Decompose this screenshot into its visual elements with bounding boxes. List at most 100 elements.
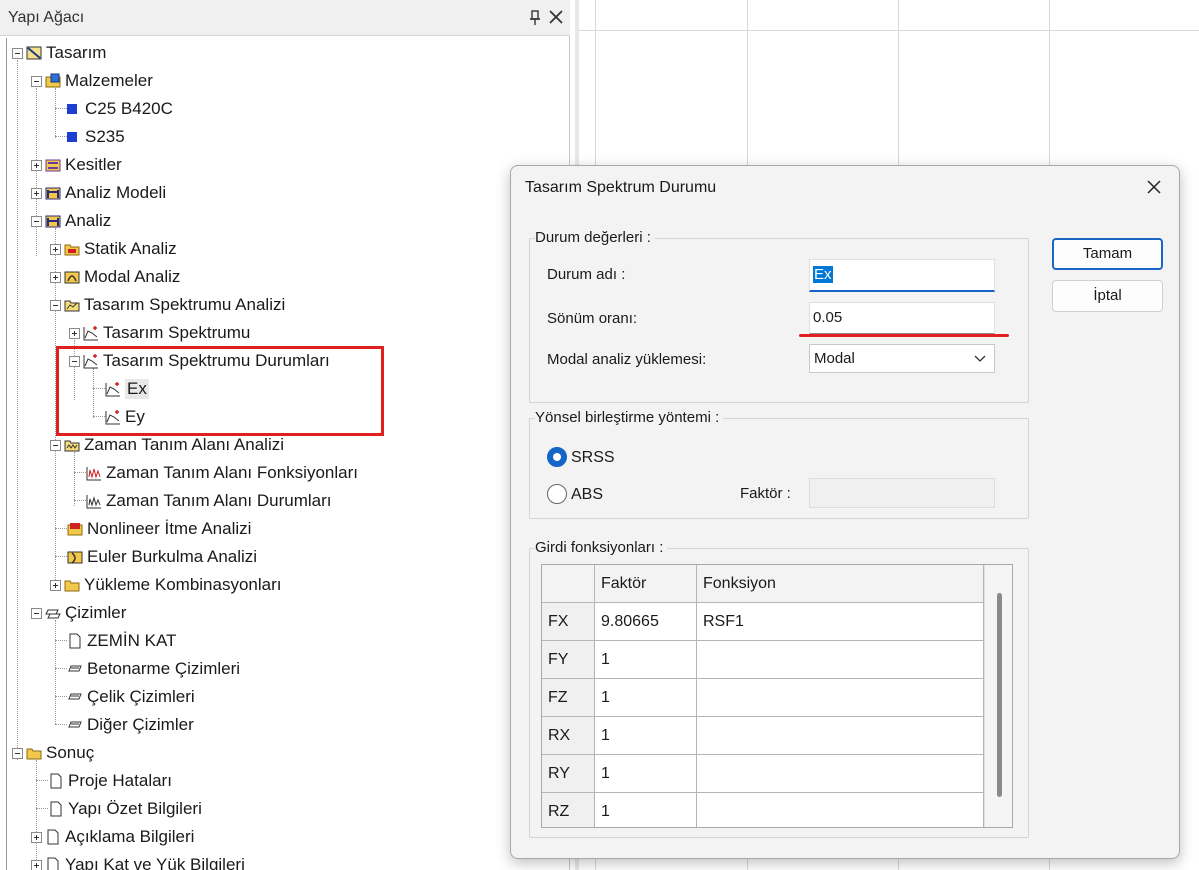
pushover-icon <box>67 523 83 536</box>
case-name-input[interactable]: Ex <box>809 259 995 292</box>
factor-label: Faktör : <box>740 485 791 502</box>
tree-node-diger-cizimler[interactable]: Diğer Çizimler <box>67 712 194 738</box>
tree-node-tasarim[interactable]: Tasarım <box>12 40 106 66</box>
cell-function-fx[interactable]: RSF1 <box>697 603 984 641</box>
expand-icon[interactable] <box>31 859 42 870</box>
tree-node-analiz-modeli[interactable]: Analiz Modeli <box>31 180 166 206</box>
column-header-label: Fonksiyon <box>703 574 776 592</box>
tree-node-label: Malzemeler <box>65 71 153 90</box>
damping-ratio-label: Sönüm oranı: <box>547 310 638 327</box>
cell-factor-fx[interactable]: 9.80665 <box>595 603 697 641</box>
tree-node-kesitler[interactable]: Kesitler <box>31 152 122 178</box>
expand-icon[interactable] <box>31 159 42 171</box>
expand-icon[interactable] <box>69 327 80 339</box>
spectrum-chart-icon <box>83 326 98 341</box>
collapse-icon[interactable] <box>12 47 23 59</box>
input-functions-table[interactable]: Faktör Fonksiyon FX 9.80665 RSF1 FY 1 FZ… <box>541 564 1013 828</box>
tree-node-tasarim-spektrumu[interactable]: Tasarım Spektrumu <box>69 320 250 346</box>
collapse-icon[interactable] <box>31 75 42 87</box>
close-icon[interactable] <box>1145 178 1163 196</box>
tree-node-modal-analiz[interactable]: Modal Analiz <box>50 264 180 290</box>
time-case-icon <box>86 495 101 509</box>
row-header-ry: RY <box>542 755 595 793</box>
expand-icon[interactable] <box>50 271 61 283</box>
tree-node-label: Zaman Tanım Alanı Analizi <box>84 435 285 454</box>
tree-node-sonuc[interactable]: Sonuç <box>12 740 94 766</box>
close-icon[interactable] <box>548 9 564 25</box>
collapse-icon[interactable] <box>31 607 42 619</box>
tree-node-nonlineer-itme-analizi[interactable]: Nonlineer İtme Analizi <box>67 516 251 542</box>
cell-factor-rz[interactable]: 1 <box>595 793 697 827</box>
cell-function-fy[interactable] <box>697 641 984 679</box>
cell-factor-ry[interactable]: 1 <box>595 755 697 793</box>
expand-icon[interactable] <box>50 579 61 591</box>
abs-radio[interactable] <box>547 484 567 504</box>
tree-node-yapi-ozet-bilgileri[interactable]: Yapı Özet Bilgileri <box>48 796 202 822</box>
tree-node-cizimler[interactable]: Çizimler <box>31 600 126 626</box>
design-spectrum-case-dialog: Tasarım Spektrum Durumu Durum değerleri … <box>510 165 1180 859</box>
srss-radio[interactable] <box>547 447 567 467</box>
column-header-factor[interactable]: Faktör <box>595 565 697 603</box>
tree-node-zemin-kat[interactable]: ZEMİN KAT <box>67 628 176 654</box>
material-square-icon <box>67 104 77 114</box>
srss-label: SRSS <box>571 449 615 466</box>
cancel-button[interactable]: İptal <box>1052 280 1163 312</box>
folder-open-icon <box>64 300 80 312</box>
column-header-function[interactable]: Fonksiyon <box>697 565 984 603</box>
tree-node-statik-analiz[interactable]: Statik Analiz <box>50 236 177 262</box>
tree-node-label: Sonuç <box>46 743 95 762</box>
damping-ratio-input[interactable]: 0.05 <box>809 302 995 335</box>
tree-node-label: ZEMİN KAT <box>87 631 177 650</box>
highlight-annotation <box>56 346 384 436</box>
pin-icon[interactable] <box>528 10 542 26</box>
expand-icon[interactable] <box>50 243 61 255</box>
page-icon <box>47 829 59 845</box>
tree-node-aciklama-bilgileri[interactable]: Açıklama Bilgileri <box>31 824 194 850</box>
analysis-icon <box>45 215 61 228</box>
collapse-icon[interactable] <box>50 439 61 451</box>
cell-factor-fz[interactable]: 1 <box>595 679 697 717</box>
tree-node-s235[interactable]: S235 <box>67 124 125 150</box>
cell-function-rx[interactable] <box>697 717 984 755</box>
folder-icon <box>64 580 80 592</box>
cell-factor-rx[interactable]: 1 <box>595 717 697 755</box>
tree-node-celik-cizimleri[interactable]: Çelik Çizimleri <box>67 684 195 710</box>
tree-node-betonarme-cizimleri[interactable]: Betonarme Çizimleri <box>67 656 240 682</box>
dialog-title: Tasarım Spektrum Durumu <box>525 179 717 196</box>
row-header-rx: RX <box>542 717 595 755</box>
tree-node-c25-b420c[interactable]: C25 B420C <box>67 96 173 122</box>
modal-load-select[interactable]: Modal <box>809 344 995 373</box>
scrollbar-thumb[interactable] <box>997 593 1002 797</box>
tree-node-label: Statik Analiz <box>84 239 177 258</box>
case-name-value: Ex <box>813 266 833 283</box>
tree-node-yapi-kat-ve-yuk-bilgileri[interactable]: Yapı Kat ve Yük Bilgileri <box>31 852 245 870</box>
buckling-icon <box>67 551 83 564</box>
expand-icon[interactable] <box>31 187 42 199</box>
tree-node-yukleme-kombinasyonlari[interactable]: Yükleme Kombinasyonları <box>50 572 281 598</box>
drawing-sheet-icon <box>68 693 82 700</box>
tree-node-malzemeler[interactable]: Malzemeler <box>31 68 153 94</box>
tree-node-proje-hatalari[interactable]: Proje Hataları <box>48 768 172 794</box>
cell-function-ry[interactable] <box>697 755 984 793</box>
cell-factor-fy[interactable]: 1 <box>595 641 697 679</box>
table-scrollbar[interactable] <box>984 565 1012 827</box>
drawings-icon <box>45 609 61 619</box>
collapse-icon[interactable] <box>12 747 23 759</box>
tree-node-label: Modal Analiz <box>84 267 181 286</box>
ok-button[interactable]: Tamam <box>1052 238 1163 270</box>
abs-label: ABS <box>571 486 604 503</box>
tree-node-analiz[interactable]: Analiz <box>31 208 111 234</box>
expand-icon[interactable] <box>31 831 42 843</box>
tree-node-label: Tasarım Spektrumu <box>103 323 251 342</box>
cell-function-rz[interactable] <box>697 793 984 827</box>
tree-node-euler-burkulma-analizi[interactable]: Euler Burkulma Analizi <box>67 544 257 570</box>
factor-input[interactable] <box>809 478 995 508</box>
page-icon <box>50 773 62 789</box>
page-icon <box>50 801 62 817</box>
cell-function-fz[interactable] <box>697 679 984 717</box>
tree-node-tasarim-spektrumu-analizi[interactable]: Tasarım Spektrumu Analizi <box>50 292 285 318</box>
tree-node-zaman-tanim-alani-fonksiyonlari[interactable]: Zaman Tanım Alanı Fonksiyonları <box>86 460 358 486</box>
collapse-icon[interactable] <box>50 299 61 311</box>
collapse-icon[interactable] <box>31 215 42 227</box>
tree-node-zaman-tanim-alani-durumlari[interactable]: Zaman Tanım Alanı Durumları <box>86 488 332 514</box>
